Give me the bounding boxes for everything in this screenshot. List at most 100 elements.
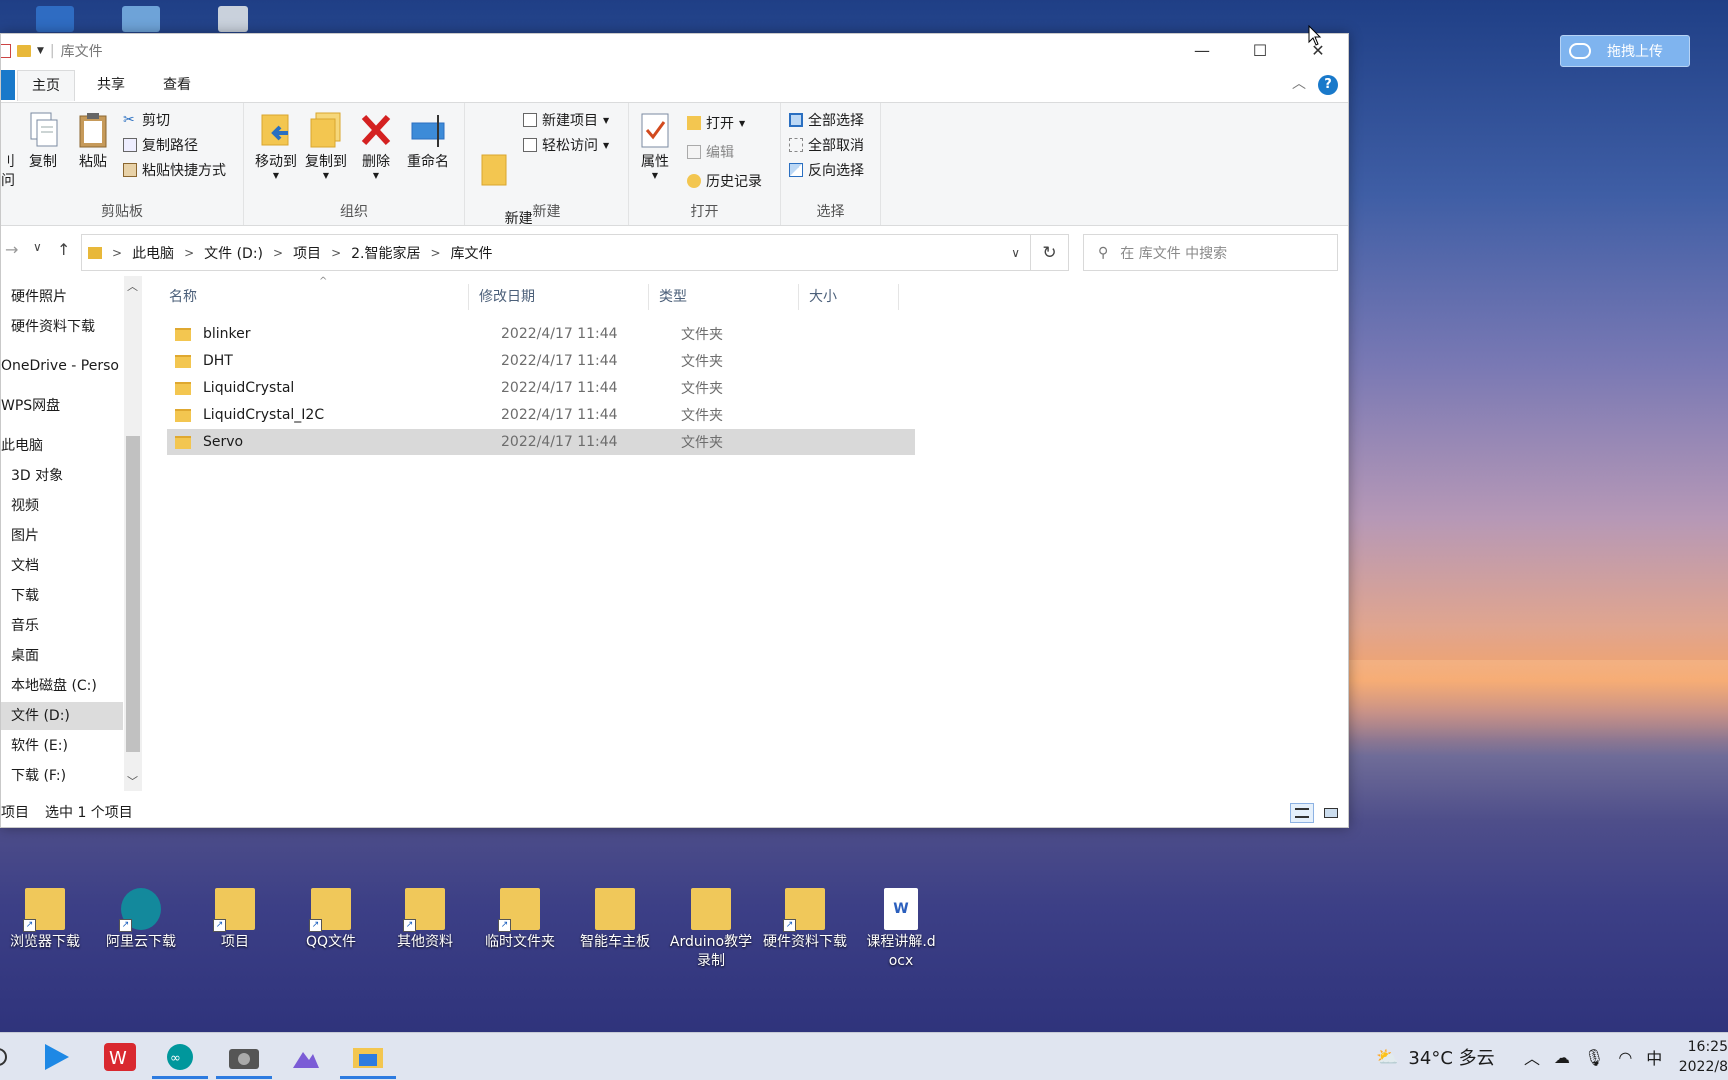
scroll-up-icon[interactable]: ︿: [127, 278, 138, 294]
wifi-icon[interactable]: ◠: [1618, 1048, 1632, 1067]
delete-button[interactable]: 删除 ▼: [356, 111, 396, 180]
breadcrumb-separator[interactable]: >: [184, 246, 194, 260]
breadcrumb-separator[interactable]: >: [112, 246, 122, 260]
move-to-button[interactable]: 移动到 ▼: [252, 111, 300, 180]
new-item-button[interactable]: 新建项目 ▼: [523, 109, 609, 131]
breadcrumb-separator[interactable]: >: [430, 246, 440, 260]
nav-item[interactable]: 硬件照片: [1, 283, 123, 311]
column-header-name[interactable]: 名称: [159, 284, 469, 310]
help-icon[interactable]: ?: [1318, 75, 1338, 95]
desktop-icon-partial-1[interactable]: [36, 6, 74, 32]
select-all-button[interactable]: 全部选择: [789, 109, 864, 131]
recent-locations-icon[interactable]: ∨: [33, 240, 42, 254]
copy-to-button[interactable]: 复制到 ▼: [302, 111, 350, 180]
nav-item-wps[interactable]: WPS网盘: [1, 392, 123, 420]
properties-quick-icon[interactable]: [1, 44, 11, 58]
nav-scrollbar[interactable]: ︿ ﹀: [124, 276, 142, 791]
copy-path-button[interactable]: 复制路径: [123, 134, 198, 156]
cut-button[interactable]: ✂ 剪切: [123, 109, 170, 131]
address-bar[interactable]: > 此电脑 > 文件 (D:) > 项目 > 2.智能家居 > 库文件 ∨: [81, 234, 1031, 271]
scroll-down-icon[interactable]: ﹀: [127, 773, 138, 789]
breadcrumb-separator[interactable]: >: [331, 246, 341, 260]
address-dropdown-icon[interactable]: ∨: [1011, 246, 1020, 260]
desktop-icon-partial-2[interactable]: [122, 6, 160, 32]
video-player-icon[interactable]: [38, 1041, 74, 1073]
breadcrumb-projects[interactable]: 项目: [293, 243, 321, 263]
easy-access-button[interactable]: 轻松访问 ▼: [523, 134, 609, 156]
copy-button[interactable]: 复制: [21, 111, 65, 172]
open-button[interactable]: 打开 ▼: [687, 112, 745, 134]
forward-arrow-icon[interactable]: →: [5, 240, 18, 259]
nav-item[interactable]: 桌面: [1, 642, 123, 670]
nav-item[interactable]: 下载: [1, 582, 123, 610]
properties-button[interactable]: 属性 ▼: [635, 111, 675, 180]
table-row-selected[interactable]: Servo 2022/4/17 11:44 文件夹: [167, 429, 915, 455]
breadcrumb-drive-d[interactable]: 文件 (D:): [204, 243, 263, 263]
history-button[interactable]: 历史记录: [687, 170, 762, 192]
column-header-type[interactable]: 类型: [649, 284, 799, 310]
paste-shortcut-button[interactable]: 粘贴快捷方式: [123, 159, 226, 181]
paste-button[interactable]: 粘贴: [71, 111, 115, 172]
tab-share[interactable]: 共享: [83, 70, 139, 101]
file-explorer-taskbar-icon[interactable]: [340, 1041, 396, 1079]
clock[interactable]: 16:25 2022/8: [1676, 1033, 1728, 1080]
weather-widget[interactable]: ⛅ 34°C 多云: [1376, 1033, 1495, 1080]
breadcrumb-separator[interactable]: >: [273, 246, 283, 260]
desktop-icon[interactable]: W 课程讲解.docx: [855, 888, 947, 971]
nav-item[interactable]: 音乐: [1, 612, 123, 640]
nav-item[interactable]: 图片: [1, 522, 123, 550]
recycle-bin-icon[interactable]: [218, 6, 248, 32]
customize-qat-dropdown-icon[interactable]: ▼: [37, 46, 44, 56]
nav-item[interactable]: 硬件资料下载: [1, 313, 123, 341]
up-arrow-icon[interactable]: ↑: [57, 240, 70, 259]
tab-file[interactable]: [1, 70, 15, 100]
invert-selection-button[interactable]: 反向选择: [789, 159, 864, 181]
rename-button[interactable]: 重命名: [404, 111, 452, 172]
column-header-size[interactable]: 大小: [799, 284, 899, 310]
desktop-icon[interactable]: Arduino教学录制: [665, 888, 757, 971]
breadcrumb-smart-home[interactable]: 2.智能家居: [351, 243, 420, 263]
column-header-date[interactable]: 修改日期: [469, 284, 649, 310]
table-row[interactable]: LiquidCrystal_I2C 2022/4/17 11:44 文件夹: [167, 402, 915, 428]
wps-office-icon[interactable]: W: [102, 1041, 138, 1073]
nav-item[interactable]: 视频: [1, 492, 123, 520]
new-folder-quick-icon[interactable]: [17, 45, 31, 57]
desktop-icon[interactable]: 智能车主板: [570, 888, 660, 952]
select-none-button[interactable]: 全部取消: [789, 134, 864, 156]
table-row[interactable]: blinker 2022/4/17 11:44 文件夹: [167, 321, 915, 347]
edit-button[interactable]: 编辑: [687, 141, 734, 163]
tab-home[interactable]: 主页: [17, 70, 75, 101]
maximize-button[interactable]: ☐: [1231, 34, 1289, 66]
photos-app-icon[interactable]: [288, 1041, 324, 1073]
desktop-icon[interactable]: ↗ QQ文件: [286, 888, 376, 952]
details-view-button[interactable]: [1290, 803, 1314, 823]
breadcrumb-this-pc[interactable]: 此电脑: [132, 243, 174, 263]
table-row[interactable]: DHT 2022/4/17 11:44 文件夹: [167, 348, 915, 374]
desktop-icon[interactable]: ↗ 硬件资料下载: [760, 888, 850, 952]
breadcrumb-current[interactable]: 库文件: [451, 243, 493, 263]
pin-to-quick-access-button[interactable]: 刂 问: [1, 153, 15, 191]
table-row[interactable]: LiquidCrystal 2022/4/17 11:44 文件夹: [167, 375, 915, 401]
nav-item[interactable]: 本地磁盘 (C:): [1, 672, 123, 700]
onedrive-cloud-icon[interactable]: ☁: [1554, 1048, 1570, 1067]
show-hidden-icons-chevron-icon[interactable]: ︿: [1524, 1045, 1540, 1069]
nav-item[interactable]: 文档: [1, 552, 123, 580]
desktop-icon[interactable]: ↗ 阿里云下载: [96, 888, 186, 952]
large-icons-view-button[interactable]: [1319, 803, 1343, 823]
refresh-button[interactable]: ↻: [1031, 234, 1069, 271]
desktop-icon[interactable]: ↗ 临时文件夹: [475, 888, 565, 952]
tab-view[interactable]: 查看: [149, 70, 205, 101]
search-input[interactable]: ⚲ 在 库文件 中搜索: [1083, 234, 1338, 271]
nav-item-onedrive[interactable]: OneDrive - Perso: [1, 352, 123, 380]
minimize-button[interactable]: —: [1173, 34, 1231, 66]
desktop-icon[interactable]: ↗ 其他资料: [380, 888, 470, 952]
nav-item[interactable]: 3D 对象: [1, 462, 123, 490]
arduino-ide-icon[interactable]: ∞: [152, 1041, 208, 1079]
nav-item[interactable]: 下载 (F:): [1, 762, 123, 790]
baidu-upload-button[interactable]: 拖拽上传: [1560, 35, 1690, 67]
camera-app-icon[interactable]: [216, 1041, 272, 1079]
collapse-ribbon-icon[interactable]: ︿: [1292, 73, 1306, 93]
nav-item[interactable]: 软件 (E:): [1, 732, 123, 760]
desktop-icon[interactable]: ↗ 项目: [190, 888, 280, 952]
ime-indicator[interactable]: 中: [1646, 1045, 1662, 1069]
